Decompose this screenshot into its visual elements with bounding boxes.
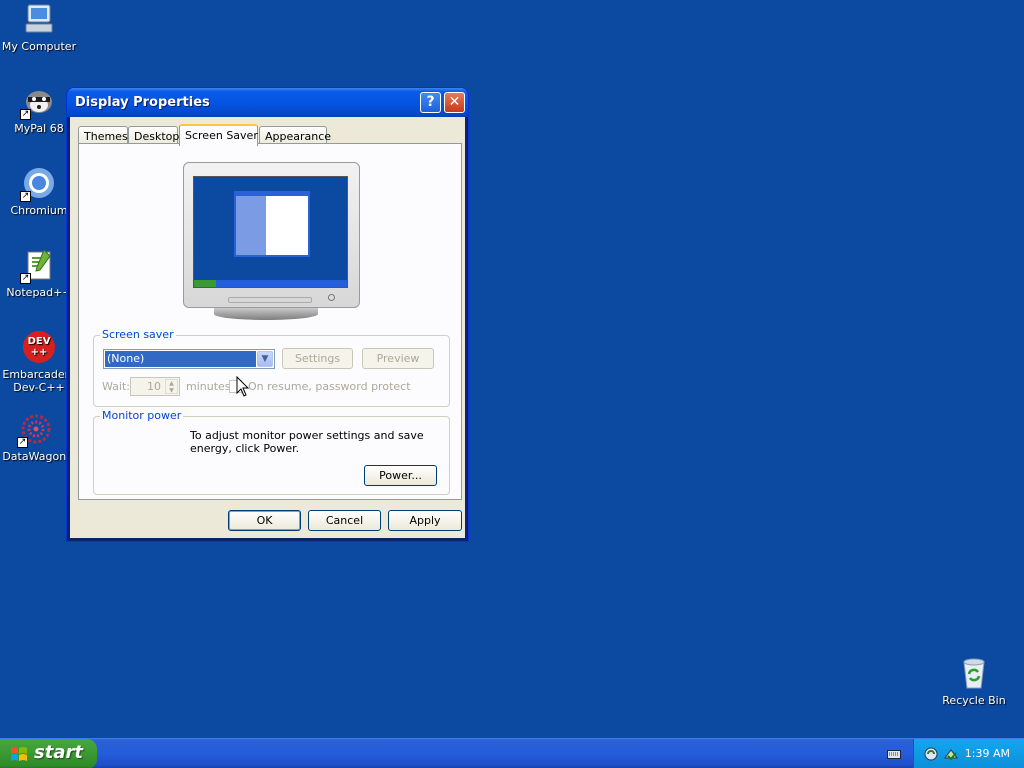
start-label: start [34, 742, 83, 763]
tab-screen-saver[interactable]: Screen Saver [179, 124, 258, 146]
chevron-down-icon[interactable]: ▼ [257, 351, 273, 367]
desktop-icon-label: My Computer [1, 40, 77, 53]
screen-saver-selected-value: (None) [105, 351, 256, 367]
shortcut-arrow-icon: ↗ [20, 273, 31, 284]
desktop-icon-label: Recycle Bin [942, 694, 1006, 707]
preview-taskbar [194, 280, 347, 287]
my-computer-icon [22, 2, 56, 36]
monitor-preview-screen [193, 176, 348, 288]
safely-remove-hardware-icon[interactable] [943, 746, 959, 762]
clock[interactable]: 1:39 AM [965, 747, 1010, 760]
wait-minutes-value: 10 [147, 380, 161, 393]
password-protect-label: On resume, password protect [248, 380, 411, 393]
preview-window-thumbnail [234, 191, 310, 257]
monitor-slot [228, 297, 312, 303]
taskbar: start 1:39 AM [0, 738, 1024, 768]
window-title: Display Properties [75, 95, 210, 110]
preview-button[interactable]: Preview [362, 348, 434, 369]
screen-saver-panel: Screen saver (None) ▼ Settings Preview W… [78, 143, 462, 500]
monitor-power-led-icon [328, 294, 335, 301]
shortcut-arrow-icon: ↗ [20, 109, 31, 120]
wait-minutes-spinner[interactable]: 10 ▲ ▼ [130, 377, 180, 396]
shortcut-arrow-icon: ↗ [20, 191, 31, 202]
desktop-icon-label: Notepad++ [6, 286, 72, 299]
svg-text:DEV: DEV [28, 336, 51, 347]
monitor-preview [183, 162, 360, 308]
chromium-icon: ↗ [20, 166, 56, 202]
desktop-icon-label: Chromium [10, 204, 68, 217]
desktop-icon-label: MyPal 68 [14, 122, 64, 135]
apply-button[interactable]: Apply [388, 510, 462, 531]
mouse-cursor-icon [236, 376, 250, 397]
keyboard-icon[interactable] [887, 748, 901, 760]
spinner-arrows-icon[interactable]: ▲ ▼ [165, 379, 178, 394]
minutes-label: minutes [186, 380, 231, 393]
network-icon[interactable] [924, 746, 940, 762]
help-button[interactable]: ? [420, 92, 441, 113]
screen-saver-group-title: Screen saver [100, 328, 176, 341]
start-button[interactable]: start [0, 739, 97, 768]
desktop-icon-label: Embarcadero Dev-C++ [2, 368, 76, 394]
settings-button[interactable]: Settings [282, 348, 353, 369]
desktop-icon-recycle-bin[interactable]: Recycle Bin [935, 656, 1013, 707]
monitor-power-group: Monitor power To adjust monitor power se… [93, 409, 450, 495]
shortcut-arrow-icon: ↗ [17, 437, 28, 448]
ok-button[interactable]: OK [228, 510, 301, 531]
datawagon-icon: ↗ [17, 412, 53, 448]
window-titlebar[interactable]: Display Properties ? ✕ [67, 88, 468, 117]
cancel-button[interactable]: Cancel [308, 510, 381, 531]
dev-cpp-icon: DEV ++ [22, 330, 56, 364]
close-button[interactable]: ✕ [444, 92, 465, 113]
desktop-icon-my-computer[interactable]: My Computer [0, 2, 78, 53]
windows-logo-icon [11, 747, 27, 761]
screen-saver-select[interactable]: (None) ▼ [103, 349, 275, 369]
wait-label: Wait: [102, 380, 130, 393]
raccoon-icon: ↗ [20, 84, 56, 120]
monitor-power-group-title: Monitor power [100, 409, 184, 422]
screen-saver-group: Screen saver (None) ▼ Settings Preview W… [93, 328, 450, 407]
recycle-bin-icon [957, 656, 991, 690]
system-tray: 1:39 AM [913, 739, 1024, 768]
desktop-icon-datawagon[interactable]: ↗ DataWagon. [0, 412, 72, 463]
monitor-power-description: To adjust monitor power settings and sav… [190, 429, 424, 455]
svg-text:++: ++ [31, 347, 48, 358]
desktop-icon-label: DataWagon. [2, 450, 70, 463]
monitor-stand [214, 308, 318, 320]
power-button[interactable]: Power... [364, 465, 437, 486]
notepad-plus-plus-icon: ↗ [20, 248, 56, 284]
display-properties-window: Display Properties ? ✕ Themes Desktop Sc… [67, 88, 468, 541]
